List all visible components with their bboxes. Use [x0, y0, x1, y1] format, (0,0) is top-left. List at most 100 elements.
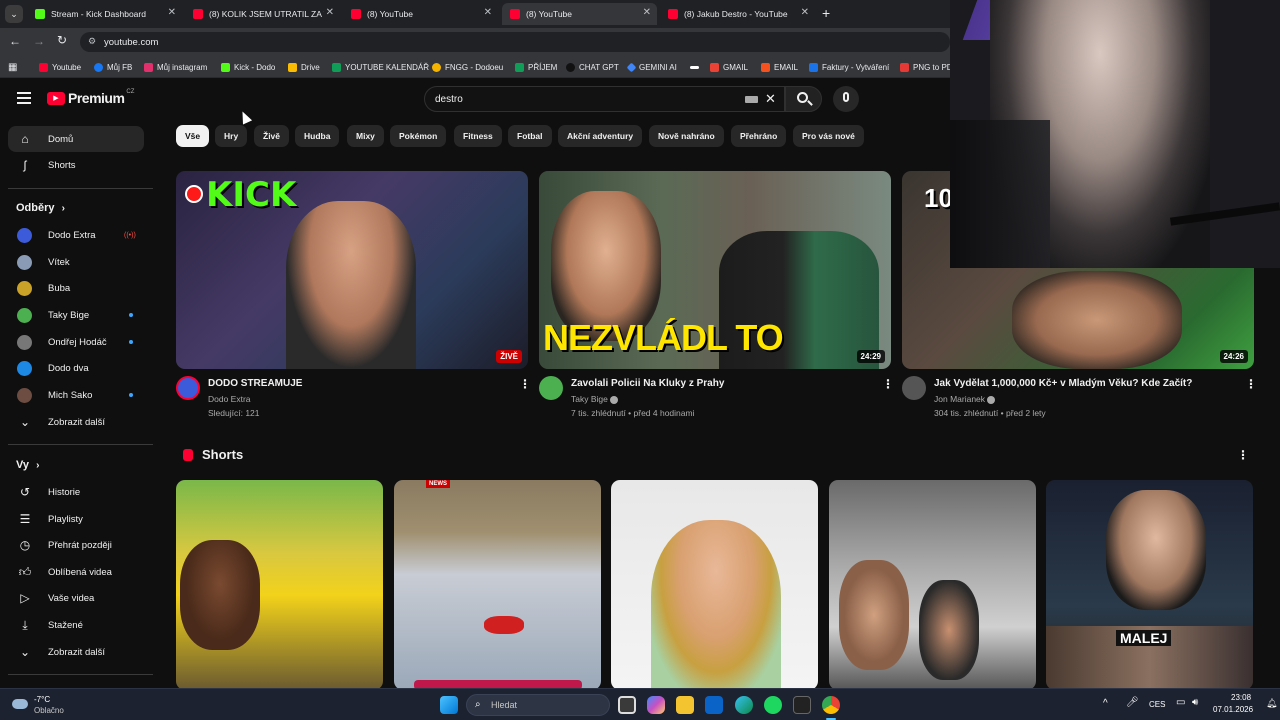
- clock-time[interactable]: 23:08: [1231, 693, 1251, 702]
- subscriptions-heading[interactable]: Odběry ›: [16, 202, 65, 214]
- sidebar-sub-vitek[interactable]: Vítek: [8, 249, 144, 275]
- close-icon[interactable]: ✕: [168, 7, 176, 18]
- more-vert-icon[interactable]: ⋮: [519, 377, 531, 391]
- sidebar-sub-taky-bige[interactable]: Taky Bige: [8, 302, 144, 328]
- short-thumbnail[interactable]: NEWS: [394, 480, 601, 690]
- terminal-icon[interactable]: [793, 696, 811, 714]
- youtube-premium-logo[interactable]: ▶ Premium CZ: [47, 89, 134, 106]
- sidebar-item-shorts[interactable]: ʃ Shorts: [8, 152, 144, 178]
- close-icon[interactable]: ✕: [801, 7, 809, 18]
- short-thumbnail[interactable]: [829, 480, 1036, 690]
- back-icon[interactable]: ←: [9, 34, 21, 48]
- video-title[interactable]: DODO STREAMUJE: [208, 378, 302, 389]
- chip-pokemon[interactable]: Pokémon: [390, 125, 447, 147]
- channel-name[interactable]: Taky Bige: [571, 394, 619, 404]
- bookmark-unnamed[interactable]: [690, 60, 703, 74]
- more-vert-icon[interactable]: ⋮: [1245, 377, 1257, 391]
- sidebar-item-downloads[interactable]: ⤓ Stažené: [8, 612, 144, 638]
- channel-name[interactable]: Jon Marianek: [934, 394, 996, 404]
- search-input[interactable]: destro: [435, 94, 463, 105]
- short-thumbnail[interactable]: [611, 480, 818, 690]
- mic-tray-icon[interactable]: 🎤︎: [1126, 697, 1139, 708]
- bookmark-fngg[interactable]: FNGG - Dodoeu: [432, 60, 503, 74]
- chip-mixes[interactable]: Mixy: [347, 125, 384, 147]
- task-view-icon[interactable]: [618, 696, 636, 714]
- spotify-icon[interactable]: [764, 696, 782, 714]
- bookmark-chatgpt[interactable]: CHAT GPT: [566, 60, 619, 74]
- edge-icon[interactable]: [735, 696, 753, 714]
- bookmark-kick[interactable]: Kick - Dodo: [221, 60, 275, 74]
- forward-icon[interactable]: →: [33, 34, 45, 48]
- video-title[interactable]: Jak Vydělat 1,000,000 Kč+ v Mladým Věku?…: [934, 378, 1192, 389]
- sidebar-sub-dodo-extra[interactable]: Dodo Extra ((•)): [8, 222, 144, 248]
- tab-youtube-video[interactable]: (8) KOLIK JSEM UTRATIL ZA VĚI✕: [185, 3, 340, 25]
- sidebar-item-playlists[interactable]: ☰ Playlisty: [8, 506, 144, 532]
- language-indicator[interactable]: CES: [1149, 700, 1165, 709]
- bookmark-prijem[interactable]: PŘÍJEM: [515, 60, 557, 74]
- short-thumbnail[interactable]: MALEJ: [1046, 480, 1253, 690]
- bookmark-faktury[interactable]: Faktury - Vytváření: [809, 60, 889, 74]
- tab-youtube-1[interactable]: (8) YouTube ✕: [343, 3, 498, 25]
- chip-watched[interactable]: Přehráno: [731, 125, 787, 147]
- you-heading[interactable]: Vy ›: [16, 459, 39, 471]
- bookmark-drive[interactable]: Drive: [288, 60, 320, 74]
- close-icon[interactable]: ✕: [643, 7, 651, 18]
- sidebar-item-your-videos[interactable]: ▷ Vaše videa: [8, 585, 144, 611]
- file-explorer-icon[interactable]: [676, 696, 694, 714]
- clear-search-icon[interactable]: ✕: [765, 91, 776, 107]
- search-box[interactable]: destro ✕: [424, 86, 785, 112]
- tab-search-button[interactable]: ⌄: [5, 5, 23, 23]
- sidebar-item-liked[interactable]: 👍︎ Oblíbená videa: [8, 559, 144, 585]
- chip-fitness[interactable]: Fitness: [454, 125, 502, 147]
- tab-kick-dashboard[interactable]: Stream - Kick Dashboard ✕: [27, 3, 182, 25]
- short-thumbnail[interactable]: [176, 480, 383, 690]
- volume-icon[interactable]: 🔊︎: [1192, 697, 1198, 708]
- clock-date[interactable]: 07.01.2026: [1213, 705, 1253, 714]
- channel-avatar[interactable]: [902, 376, 926, 400]
- menu-icon[interactable]: [17, 92, 31, 104]
- sidebar-show-more-you[interactable]: ⌄ Zobrazit další: [8, 639, 144, 665]
- bookmark-png-to-pdf[interactable]: PNG to PDF: [900, 60, 950, 74]
- sidebar-show-more-subs[interactable]: ⌄ Zobrazit další: [8, 409, 144, 435]
- close-icon[interactable]: ✕: [484, 7, 492, 18]
- chip-all[interactable]: Vše: [176, 125, 210, 147]
- tab-youtube-active[interactable]: (8) YouTube ✕: [502, 3, 657, 25]
- sidebar-item-home[interactable]: ⌂ Domů: [8, 126, 144, 152]
- sidebar-item-watch-later[interactable]: ◷ Přehrát později: [8, 532, 144, 558]
- chip-action-adventure[interactable]: Akční adventury: [558, 125, 643, 147]
- network-icon[interactable]: ▭: [1176, 697, 1185, 708]
- search-button[interactable]: [785, 86, 822, 112]
- video-thumbnail[interactable]: KICK ŽIVĚ: [176, 171, 528, 369]
- shorts-more-icon[interactable]: ⋮: [1237, 448, 1249, 462]
- bookmark-gemini[interactable]: GEMINI AI: [626, 60, 677, 74]
- channel-name[interactable]: Dodo Extra: [208, 394, 251, 404]
- sidebar-sub-dodo-dva[interactable]: Dodo dva: [8, 355, 144, 381]
- chip-live[interactable]: Živě: [254, 125, 290, 147]
- tab-jakub-destro[interactable]: (8) Jakub Destro - YouTube ✕: [660, 3, 815, 25]
- bookmark-yt-calendar[interactable]: YOUTUBE KALENDÁŘ: [332, 60, 429, 74]
- chip-new-to-you[interactable]: Pro vás nové: [793, 125, 864, 147]
- notification-icon[interactable]: 🔔︎: [1266, 698, 1277, 709]
- copilot-icon[interactable]: [647, 696, 665, 714]
- tray-chevron-icon[interactable]: ^: [1103, 698, 1108, 709]
- new-tab-button[interactable]: +: [822, 5, 830, 21]
- chrome-icon[interactable]: [822, 696, 840, 714]
- outlook-icon[interactable]: [705, 696, 723, 714]
- address-field[interactable]: ⚙ youtube.com: [80, 32, 950, 52]
- voice-search-button[interactable]: [833, 86, 859, 112]
- chip-football[interactable]: Fotbal: [508, 125, 552, 147]
- sidebar-sub-buba[interactable]: Buba: [8, 275, 144, 301]
- chip-games[interactable]: Hry: [215, 125, 248, 147]
- bookmark-gmail[interactable]: GMAIL: [710, 60, 748, 74]
- keyboard-icon[interactable]: [745, 96, 758, 103]
- bookmark-youtube[interactable]: Youtube: [39, 60, 81, 74]
- bookmark-fb[interactable]: Můj FB: [94, 60, 132, 74]
- bookmark-instagram[interactable]: Můj instagram: [144, 60, 207, 74]
- taskbar-search[interactable]: ⌕ Hledat: [466, 694, 610, 716]
- channel-avatar[interactable]: [539, 376, 563, 400]
- sidebar-sub-mich-sako[interactable]: Mich Sako: [8, 382, 144, 408]
- site-info-icon[interactable]: ⚙: [88, 36, 96, 47]
- sidebar-sub-ondrej-hodac[interactable]: Ondřej Hodáč: [8, 329, 144, 355]
- apps-icon[interactable]: ▦: [8, 60, 17, 74]
- sidebar-item-history[interactable]: ↺ Historie: [8, 479, 144, 505]
